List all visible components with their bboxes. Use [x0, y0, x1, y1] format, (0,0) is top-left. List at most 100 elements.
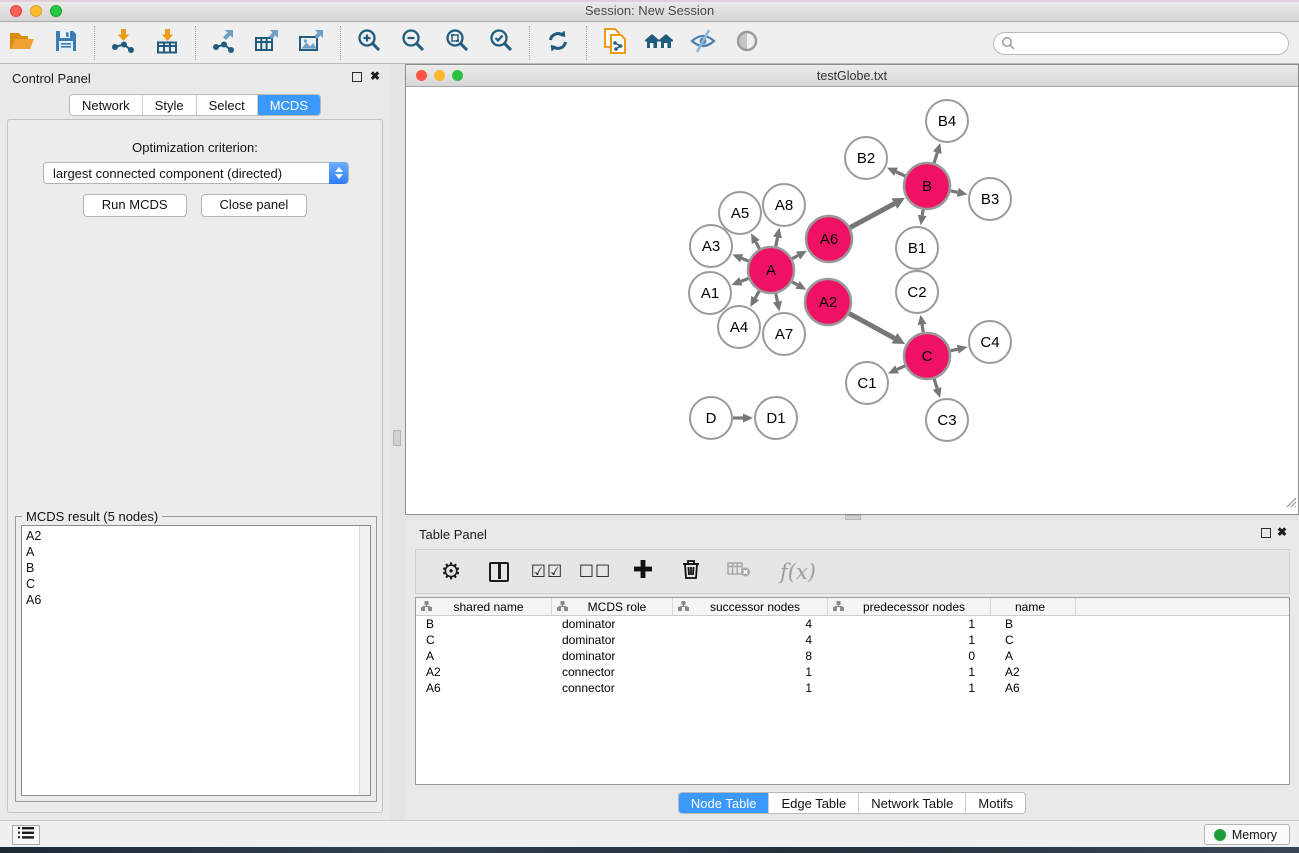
open-session-button[interactable]: [7, 28, 37, 58]
search-input[interactable]: [993, 32, 1289, 55]
table-row[interactable]: A2connector11A2: [416, 664, 1289, 680]
graph-node-B1[interactable]: B1: [896, 227, 938, 269]
graph-edge-B-B4[interactable]: [934, 153, 937, 164]
column-header-name[interactable]: name: [991, 598, 1076, 615]
tab-mcds[interactable]: MCDS: [257, 95, 320, 115]
delete-table-button[interactable]: [726, 558, 752, 586]
zoom-selected-button[interactable]: [486, 28, 516, 58]
resize-grip-icon[interactable]: [1283, 494, 1297, 513]
graph-edge-A-A8[interactable]: [776, 237, 778, 246]
close-panel-button[interactable]: Close panel: [201, 194, 308, 217]
graph-edge-A-A6[interactable]: [792, 255, 798, 258]
criterion-select[interactable]: largest connected component (directed): [43, 162, 349, 184]
export-image-button[interactable]: [297, 28, 327, 58]
splitter-grip[interactable]: [393, 430, 401, 446]
graph-edge-A-A3[interactable]: [742, 258, 749, 261]
task-history-button[interactable]: [12, 825, 40, 845]
graph-edge-A-A2[interactable]: [792, 282, 798, 285]
graph-node-C3[interactable]: C3: [926, 399, 968, 441]
graph-edge-A-A7[interactable]: [776, 294, 778, 302]
graph-edge-B-B2[interactable]: [896, 172, 905, 176]
graph-node-A2[interactable]: A2: [805, 279, 851, 325]
graph-node-C2[interactable]: C2: [896, 271, 938, 313]
close-panel-icon[interactable]: ✖: [1277, 525, 1287, 539]
graph-node-A4[interactable]: A4: [718, 306, 760, 348]
graph-node-B[interactable]: B: [904, 163, 950, 209]
graph-node-D1[interactable]: D1: [755, 397, 797, 439]
table-row[interactable]: Cdominator41C: [416, 632, 1289, 648]
save-session-button[interactable]: [51, 28, 81, 58]
delete-column-button[interactable]: [678, 558, 704, 586]
column-header-successor-nodes[interactable]: successor nodes: [673, 598, 828, 615]
column-header-predecessor-nodes[interactable]: predecessor nodes: [828, 598, 991, 615]
export-network-button[interactable]: [209, 28, 239, 58]
graph-node-B2[interactable]: B2: [845, 137, 887, 179]
graph-edge-C-C3[interactable]: [934, 379, 937, 389]
import-table-button[interactable]: [152, 28, 182, 58]
zoom-in-button[interactable]: [354, 28, 384, 58]
graph-edge-B-B3[interactable]: [951, 191, 958, 192]
tab-network-table[interactable]: Network Table: [858, 793, 965, 813]
mcds-result-item[interactable]: A6: [26, 592, 370, 608]
refresh-button[interactable]: [543, 28, 573, 58]
graph-node-C1[interactable]: C1: [846, 362, 888, 404]
table-row[interactable]: Bdominator41B: [416, 616, 1289, 632]
graph-edge-C-C4[interactable]: [950, 349, 957, 351]
tab-network[interactable]: Network: [70, 95, 142, 115]
tab-edge-table[interactable]: Edge Table: [768, 793, 858, 813]
graph-node-A7[interactable]: A7: [763, 313, 805, 355]
graph-edge-A2-C[interactable]: [849, 313, 894, 338]
table-row[interactable]: Adominator80A: [416, 648, 1289, 664]
zoom-fit-button[interactable]: [442, 28, 472, 58]
mcds-result-item[interactable]: A2: [26, 528, 370, 544]
graph-edge-A-A4[interactable]: [755, 291, 759, 298]
show-column-panel-button[interactable]: [486, 558, 512, 586]
column-header-mcds-role[interactable]: MCDS role: [552, 598, 673, 615]
show-all-button[interactable]: [732, 28, 762, 58]
graph-node-A5[interactable]: A5: [719, 192, 761, 234]
network-canvas[interactable]: B4 B2 B B3 B1 A5A8A6 A3 A C2 A1 A2 A4A7 C4 C C1 C3 D D1: [406, 87, 1298, 514]
mcds-result-item[interactable]: C: [26, 576, 370, 592]
zoom-out-button[interactable]: [398, 28, 428, 58]
export-table-button[interactable]: [253, 28, 283, 58]
run-mcds-button[interactable]: Run MCDS: [83, 194, 187, 217]
graph-edge-B-B1[interactable]: [922, 210, 923, 216]
graph-node-A6[interactable]: A6: [806, 216, 852, 262]
select-all-columns-button[interactable]: ☑☑: [534, 558, 560, 586]
homes-button[interactable]: [644, 28, 674, 58]
graph-edge-A-A5[interactable]: [756, 242, 760, 249]
column-header-shared-name[interactable]: shared name: [416, 598, 552, 615]
create-column-button[interactable]: [630, 558, 656, 586]
tab-node-table[interactable]: Node Table: [679, 793, 769, 813]
import-network-button[interactable]: [108, 28, 138, 58]
float-panel-icon[interactable]: [352, 72, 362, 82]
tab-style[interactable]: Style: [142, 95, 196, 115]
graph-node-A3[interactable]: A3: [690, 225, 732, 267]
tab-motifs[interactable]: Motifs: [965, 793, 1025, 813]
graph-edge-C-C1[interactable]: [897, 366, 905, 370]
close-panel-icon[interactable]: ✖: [370, 69, 380, 83]
graph-edge-C-C2[interactable]: [922, 325, 923, 333]
graph-node-A1[interactable]: A1: [689, 272, 731, 314]
graph-node-A[interactable]: A: [748, 247, 794, 293]
graph-node-B4[interactable]: B4: [926, 100, 968, 142]
graph-edge-A6-B[interactable]: [850, 204, 894, 228]
table-options-button[interactable]: ⚙: [438, 558, 464, 586]
mcds-result-item[interactable]: A: [26, 544, 370, 560]
function-builder-button[interactable]: f(x): [774, 558, 822, 586]
graph-edge-A-A1[interactable]: [741, 278, 749, 281]
unselect-all-columns-button[interactable]: ☐☐: [582, 558, 608, 586]
graph-node-C[interactable]: C: [904, 333, 950, 379]
graph-node-C4[interactable]: C4: [969, 321, 1011, 363]
result-scrollbar[interactable]: [359, 526, 370, 795]
tab-select[interactable]: Select: [196, 95, 257, 115]
graph-node-B3[interactable]: B3: [969, 178, 1011, 220]
graph-node-A8[interactable]: A8: [763, 184, 805, 226]
table-row[interactable]: A6connector11A6: [416, 680, 1289, 696]
vertical-splitter[interactable]: [390, 64, 405, 820]
clone-network-button[interactable]: [600, 28, 630, 58]
hide-selected-button[interactable]: [688, 28, 718, 58]
float-panel-icon[interactable]: [1261, 528, 1271, 538]
graph-node-D[interactable]: D: [690, 397, 732, 439]
memory-button[interactable]: Memory: [1204, 824, 1290, 845]
